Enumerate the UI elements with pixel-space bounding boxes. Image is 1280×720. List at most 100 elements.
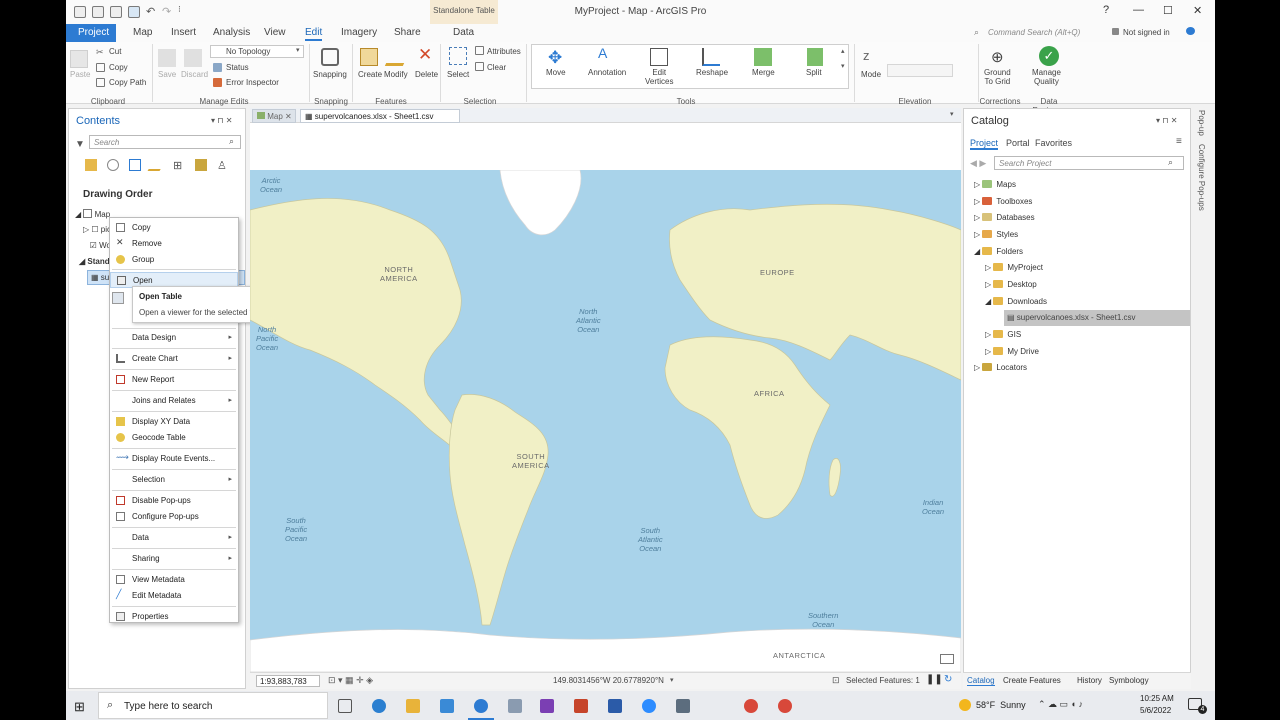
zoom-icon[interactable]: [642, 699, 656, 713]
delete-icon[interactable]: ✕: [418, 45, 432, 65]
bottom-tab-catalog[interactable]: Catalog: [967, 676, 995, 686]
ground-to-grid-button[interactable]: Ground To Grid: [984, 68, 1011, 86]
snapping-button[interactable]: Snapping: [313, 70, 347, 79]
coordinate-format-chevron-icon[interactable]: ▾: [670, 676, 674, 684]
paste-button[interactable]: Paste: [70, 70, 90, 79]
split-icon[interactable]: [805, 48, 823, 66]
menu-item-edit-metadata[interactable]: ╱ Edit Metadata: [110, 588, 238, 604]
powerpoint-icon[interactable]: [574, 699, 588, 713]
tab-project[interactable]: Project: [66, 24, 116, 42]
menu-item-new-report[interactable]: New Report: [110, 372, 238, 388]
gallery-scroll-down-icon[interactable]: ▾: [841, 62, 845, 70]
cut-button[interactable]: Cut: [109, 47, 121, 56]
snapping-icon[interactable]: [321, 48, 339, 66]
editing-view-icon[interactable]: [147, 159, 167, 171]
drawing-order-icon[interactable]: [85, 159, 97, 171]
bottom-tab-create-features[interactable]: Create Features: [1003, 676, 1061, 685]
labeling-view-icon[interactable]: [195, 159, 207, 171]
copy-button[interactable]: Copy: [109, 63, 128, 72]
minimize-button[interactable]: —: [1133, 4, 1144, 16]
tab-analysis[interactable]: Analysis: [213, 27, 250, 38]
select-icon[interactable]: [449, 47, 467, 65]
error-inspector-button[interactable]: Error Inspector: [226, 78, 279, 87]
taskbar-search-input[interactable]: Type here to search: [124, 701, 212, 712]
onenote-icon[interactable]: [540, 699, 554, 713]
map-scale-field[interactable]: 1:93,883,783: [256, 675, 320, 687]
arcgis-pro-icon[interactable]: [474, 699, 488, 713]
app-icon[interactable]: [676, 699, 690, 713]
discard-edits-icon[interactable]: [184, 49, 202, 67]
selected-features-count[interactable]: Selected Features: 1: [846, 676, 920, 685]
move-button[interactable]: Move: [546, 68, 566, 77]
filter-icon[interactable]: ▼: [75, 139, 85, 150]
catalog-item-downloads[interactable]: ◢ Downloads: [985, 297, 1047, 306]
create-icon[interactable]: [360, 48, 378, 66]
close-icon[interactable]: ✕: [285, 112, 292, 121]
snapping-view-icon[interactable]: ⊞: [173, 159, 182, 172]
menu-item-create-chart[interactable]: Create Chart ▸: [110, 351, 238, 367]
manage-quality-button[interactable]: Manage Quality: [1032, 68, 1061, 86]
attributes-button[interactable]: Attributes: [487, 47, 521, 56]
modify-button[interactable]: Modify: [384, 70, 408, 79]
save-edits-button[interactable]: Save: [158, 70, 176, 79]
tree-row-layer[interactable]: ▷ ☐ pic: [83, 225, 111, 234]
ground-to-grid-icon[interactable]: ⊕: [991, 48, 1009, 66]
system-tray-icons[interactable]: ⌃ ☁ ▭ ◖ ♪: [1038, 699, 1083, 710]
status-button[interactable]: Status: [226, 63, 249, 72]
refresh-icon[interactable]: ↻: [944, 674, 952, 685]
menu-item-joins-relates[interactable]: Joins and Relates ▸: [110, 393, 238, 409]
modify-icon[interactable]: [384, 48, 412, 66]
save-edits-icon[interactable]: [158, 49, 176, 67]
catalog-item-databases[interactable]: ▷ Databases: [974, 213, 1035, 222]
merge-icon[interactable]: [754, 48, 772, 66]
annotation-icon[interactable]: A: [598, 45, 616, 63]
menu-item-view-metadata[interactable]: View Metadata: [110, 572, 238, 588]
paste-icon[interactable]: [70, 50, 88, 68]
tab-share[interactable]: Share: [394, 27, 421, 38]
tab-list-icon[interactable]: ▾: [950, 110, 954, 118]
tab-insert[interactable]: Insert: [171, 27, 196, 38]
merge-button[interactable]: Merge: [752, 68, 775, 77]
map-overview-icon[interactable]: [940, 654, 954, 664]
catalog-tab-project[interactable]: Project: [970, 138, 999, 150]
menu-item-selection[interactable]: Selection ▸: [110, 472, 238, 488]
signin-status[interactable]: Not signed in: [1123, 28, 1170, 37]
selection-view-icon[interactable]: [129, 159, 141, 171]
split-button[interactable]: Split: [806, 68, 822, 77]
annotation-button[interactable]: Annotation: [588, 68, 626, 77]
edit-vertices-button[interactable]: Edit Vertices: [645, 68, 673, 86]
contents-search-input[interactable]: Search: [89, 135, 241, 149]
tab-table-view[interactable]: ▦ supervolcanoes.xlsx - Sheet1.csv: [300, 109, 460, 123]
tab-imagery[interactable]: Imagery: [341, 27, 377, 38]
tab-map-view[interactable]: Map ✕: [252, 109, 296, 123]
task-view-icon[interactable]: [338, 699, 352, 713]
back-icon[interactable]: ◀ ▶: [970, 158, 986, 169]
map-view[interactable]: Arctic Ocean NORTH AMERICA EUROPE North …: [250, 170, 961, 672]
gallery-scroll-up-icon[interactable]: ▴: [841, 47, 845, 55]
catalog-item-folders[interactable]: ◢ Folders: [974, 247, 1023, 256]
create-button[interactable]: Create: [358, 70, 382, 79]
delete-button[interactable]: Delete: [415, 70, 438, 79]
menu-icon[interactable]: ≡: [1176, 136, 1182, 147]
maximize-button[interactable]: ☐: [1163, 4, 1173, 17]
catalog-item-locators[interactable]: ▷ Locators: [974, 363, 1027, 372]
menu-item-disable-popups[interactable]: Disable Pop-ups: [110, 493, 238, 509]
pane-options-icon[interactable]: ▾ ⊓ ✕: [1156, 116, 1177, 125]
copy-path-button[interactable]: Copy Path: [109, 78, 146, 87]
side-tab-configure-popups[interactable]: Configure Pop-ups: [1197, 144, 1206, 211]
app-icon[interactable]: [508, 699, 522, 713]
menu-item-data-design[interactable]: Data Design ▸: [110, 330, 238, 346]
command-search-input[interactable]: Command Search (Alt+Q): [988, 28, 1080, 37]
reshape-button[interactable]: Reshape: [696, 68, 728, 77]
catalog-search-input[interactable]: Search Project: [994, 156, 1184, 170]
notification-bell-icon[interactable]: [1186, 27, 1195, 35]
menu-item-display-xy[interactable]: Display XY Data: [110, 414, 238, 430]
catalog-item-desktop[interactable]: ▷ Desktop: [985, 280, 1037, 289]
chrome-icon[interactable]: [778, 699, 792, 713]
catalog-item-gis[interactable]: ▷ GIS: [985, 330, 1021, 339]
store-icon[interactable]: [440, 699, 454, 713]
taskbar-search-box[interactable]: ⌕ Type here to search: [98, 692, 328, 719]
tree-row-map[interactable]: ◢ Map: [75, 209, 110, 219]
clock-time[interactable]: 10:25 AM: [1140, 694, 1174, 703]
menu-item-group[interactable]: Group: [110, 252, 238, 268]
